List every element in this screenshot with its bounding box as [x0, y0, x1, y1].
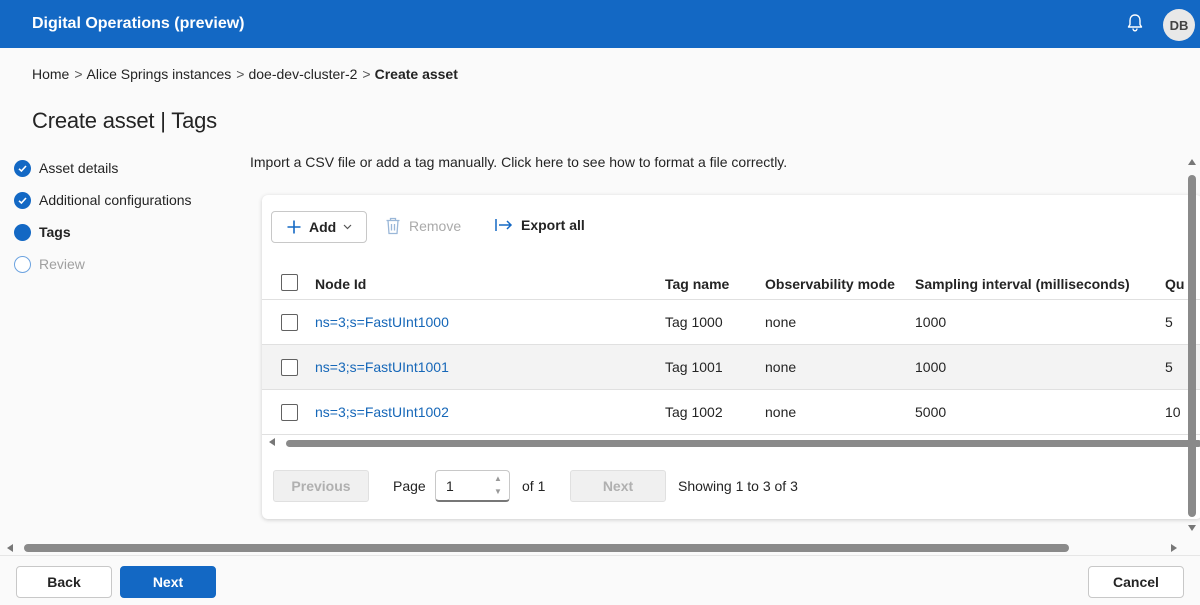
check-circle-icon: [14, 159, 31, 177]
node-id-link[interactable]: ns=3;s=FastUInt1001: [315, 359, 449, 375]
plus-icon: [287, 220, 301, 234]
scroll-right-arrow-icon[interactable]: [1171, 544, 1177, 552]
next-button[interactable]: Next: [120, 566, 216, 598]
page-vertical-scrollbar[interactable]: [1185, 155, 1200, 538]
table-horizontal-scrollbar[interactable]: [262, 435, 1200, 449]
remove-button[interactable]: Remove: [385, 217, 461, 235]
page-label: Page: [393, 478, 426, 494]
remove-label: Remove: [409, 218, 462, 234]
row-checkbox[interactable]: [281, 404, 298, 421]
row-checkbox[interactable]: [281, 359, 298, 376]
tag-name-cell: Tag 1000: [665, 314, 723, 330]
queue-cell: 5: [1165, 359, 1173, 375]
scroll-left-arrow-icon[interactable]: [269, 438, 275, 446]
select-all-checkbox[interactable]: [281, 274, 298, 291]
empty-circle-icon: [14, 255, 31, 273]
observability-cell: none: [765, 359, 797, 375]
app-title: Digital Operations (preview): [32, 15, 245, 32]
wizard-footer: Back Next Cancel: [0, 555, 1200, 605]
scrollbar-thumb[interactable]: [1188, 175, 1196, 517]
intro-text: Import a CSV file or add a tag manually.…: [250, 154, 788, 170]
column-header-observability-mode[interactable]: Observability mode: [765, 276, 895, 292]
export-all-button[interactable]: Export all: [495, 217, 585, 233]
spin-down-icon[interactable]: ▼: [494, 487, 504, 497]
table-row[interactable]: ns=3;s=FastUInt1000 Tag 1000 none 1000 5: [262, 300, 1200, 345]
tags-card: Add Remove Export all Node Id Tag name O…: [262, 195, 1200, 519]
scroll-up-arrow-icon[interactable]: [1188, 159, 1196, 165]
row-checkbox[interactable]: [281, 314, 298, 331]
step-additional-configurations[interactable]: Additional configurations: [14, 188, 192, 212]
node-id-link[interactable]: ns=3;s=FastUInt1002: [315, 404, 449, 420]
breadcrumb-separator: >: [362, 66, 371, 82]
step-label: Additional configurations: [39, 192, 192, 208]
breadcrumb-home[interactable]: Home: [32, 66, 69, 82]
add-button[interactable]: Add: [271, 211, 367, 243]
chevron-down-icon: [343, 224, 352, 230]
step-asset-details[interactable]: Asset details: [14, 156, 118, 180]
export-label: Export all: [521, 217, 585, 233]
avatar[interactable]: DB: [1163, 9, 1195, 41]
tag-name-cell: Tag 1001: [665, 359, 723, 375]
bell-icon[interactable]: [1124, 12, 1146, 34]
sampling-cell: 5000: [915, 404, 947, 420]
observability-cell: none: [765, 314, 797, 330]
previous-page-button[interactable]: Previous: [273, 470, 369, 502]
filled-circle-icon: [14, 223, 31, 241]
node-id-link[interactable]: ns=3;s=FastUInt1000: [315, 314, 449, 330]
column-header-queue-size[interactable]: Qu: [1165, 276, 1184, 292]
scrollbar-thumb[interactable]: [24, 544, 1069, 552]
page-count-label: of 1: [522, 478, 546, 494]
export-arrow-icon: [495, 219, 513, 231]
scroll-down-arrow-icon[interactable]: [1188, 525, 1196, 531]
step-label: Review: [39, 256, 85, 272]
observability-cell: none: [765, 404, 797, 420]
scrollbar-thumb[interactable]: [286, 440, 1200, 447]
page-title: Create asset | Tags: [32, 108, 217, 133]
column-header-tag-name[interactable]: Tag name: [665, 276, 729, 292]
table-header: Node Id Tag name Observability mode Samp…: [262, 265, 1200, 300]
tag-name-cell: Tag 1002: [665, 404, 723, 420]
breadcrumb-current: Create asset: [374, 66, 458, 82]
next-page-button[interactable]: Next: [570, 470, 666, 502]
column-header-node-id[interactable]: Node Id: [315, 276, 366, 292]
back-button[interactable]: Back: [16, 566, 112, 598]
top-bar: Digital Operations (preview) DB: [0, 0, 1200, 48]
trash-icon: [386, 217, 400, 235]
cancel-button[interactable]: Cancel: [1088, 566, 1184, 598]
breadcrumb-separator: >: [236, 66, 245, 82]
check-circle-icon: [14, 191, 31, 209]
table-row[interactable]: ns=3;s=FastUInt1002 Tag 1002 none 5000 1…: [262, 390, 1200, 435]
sampling-cell: 1000: [915, 314, 947, 330]
add-label: Add: [309, 219, 337, 235]
step-label: Asset details: [39, 160, 119, 176]
breadcrumb: Home > Alice Springs instances > doe-dev-clu…: [32, 66, 461, 82]
queue-cell: 5: [1165, 314, 1173, 330]
step-review[interactable]: Review: [14, 252, 85, 276]
step-tags[interactable]: Tags: [14, 220, 71, 244]
sampling-cell: 1000: [915, 359, 947, 375]
breadcrumb-cluster[interactable]: doe-dev-cluster-2: [248, 66, 357, 82]
step-label: Tags: [39, 224, 71, 240]
page-horizontal-scrollbar[interactable]: [0, 541, 1185, 555]
queue-cell: 10: [1165, 404, 1181, 420]
breadcrumb-separator: >: [74, 66, 83, 82]
spin-up-icon[interactable]: ▲: [494, 474, 504, 484]
scroll-left-arrow-icon[interactable]: [7, 544, 13, 552]
column-header-sampling-interval[interactable]: Sampling interval (milliseconds): [915, 276, 1130, 292]
breadcrumb-instances[interactable]: Alice Springs instances: [87, 66, 232, 82]
showing-count-text: Showing 1 to 3 of 3: [678, 478, 798, 494]
table-row[interactable]: ns=3;s=FastUInt1001 Tag 1001 none 1000 5: [262, 345, 1200, 390]
